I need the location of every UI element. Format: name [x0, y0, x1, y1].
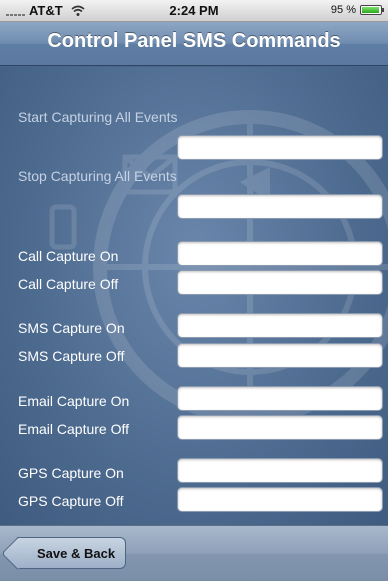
status-bar: AT&T 2:24 PM 95 % [0, 0, 388, 22]
field-label-call-capture-on: Call Capture On [18, 248, 119, 264]
save-and-back-button[interactable]: Save & Back [17, 537, 127, 569]
battery-percent: 95 % [330, 4, 356, 16]
call-capture-off-input[interactable] [177, 270, 383, 295]
field-label-stop-capturing: Stop Capturing All Events [18, 168, 177, 184]
field-label-gps-capture-on: GPS Capture On [18, 465, 124, 481]
email-capture-off-input[interactable] [177, 415, 383, 440]
save-and-back-label: Save & Back [37, 545, 116, 561]
field-label-gps-capture-off: GPS Capture Off [18, 493, 124, 509]
field-label-sms-capture-off: SMS Capture Off [18, 348, 125, 364]
sms-capture-off-input[interactable] [177, 343, 383, 368]
email-capture-on-input[interactable] [177, 386, 383, 411]
page-title: Control Panel SMS Commands [47, 30, 341, 52]
stop-capturing-input[interactable] [177, 194, 383, 219]
command-form: Start Capturing All Events Stop Capturin… [0, 67, 388, 525]
bottom-toolbar: Save & Back [0, 525, 388, 581]
gps-capture-on-input[interactable] [177, 458, 383, 483]
start-capturing-input[interactable] [177, 135, 383, 160]
field-label-email-capture-on: Email Capture On [18, 393, 130, 409]
field-label-email-capture-off: Email Capture Off [18, 421, 130, 437]
sms-capture-on-input[interactable] [177, 313, 383, 338]
field-label-start-capturing: Start Capturing All Events [18, 109, 178, 125]
gps-capture-off-input[interactable] [177, 487, 383, 512]
battery-level-fill [362, 7, 379, 13]
status-right: 95 % [330, 4, 384, 16]
field-label-sms-capture-on: SMS Capture On [18, 320, 125, 336]
call-capture-on-input[interactable] [177, 241, 383, 266]
navigation-bar: Control Panel SMS Commands [0, 22, 388, 66]
battery-icon [360, 5, 384, 15]
status-time: 2:24 PM [169, 3, 219, 18]
field-label-call-capture-off: Call Capture Off [18, 276, 119, 292]
